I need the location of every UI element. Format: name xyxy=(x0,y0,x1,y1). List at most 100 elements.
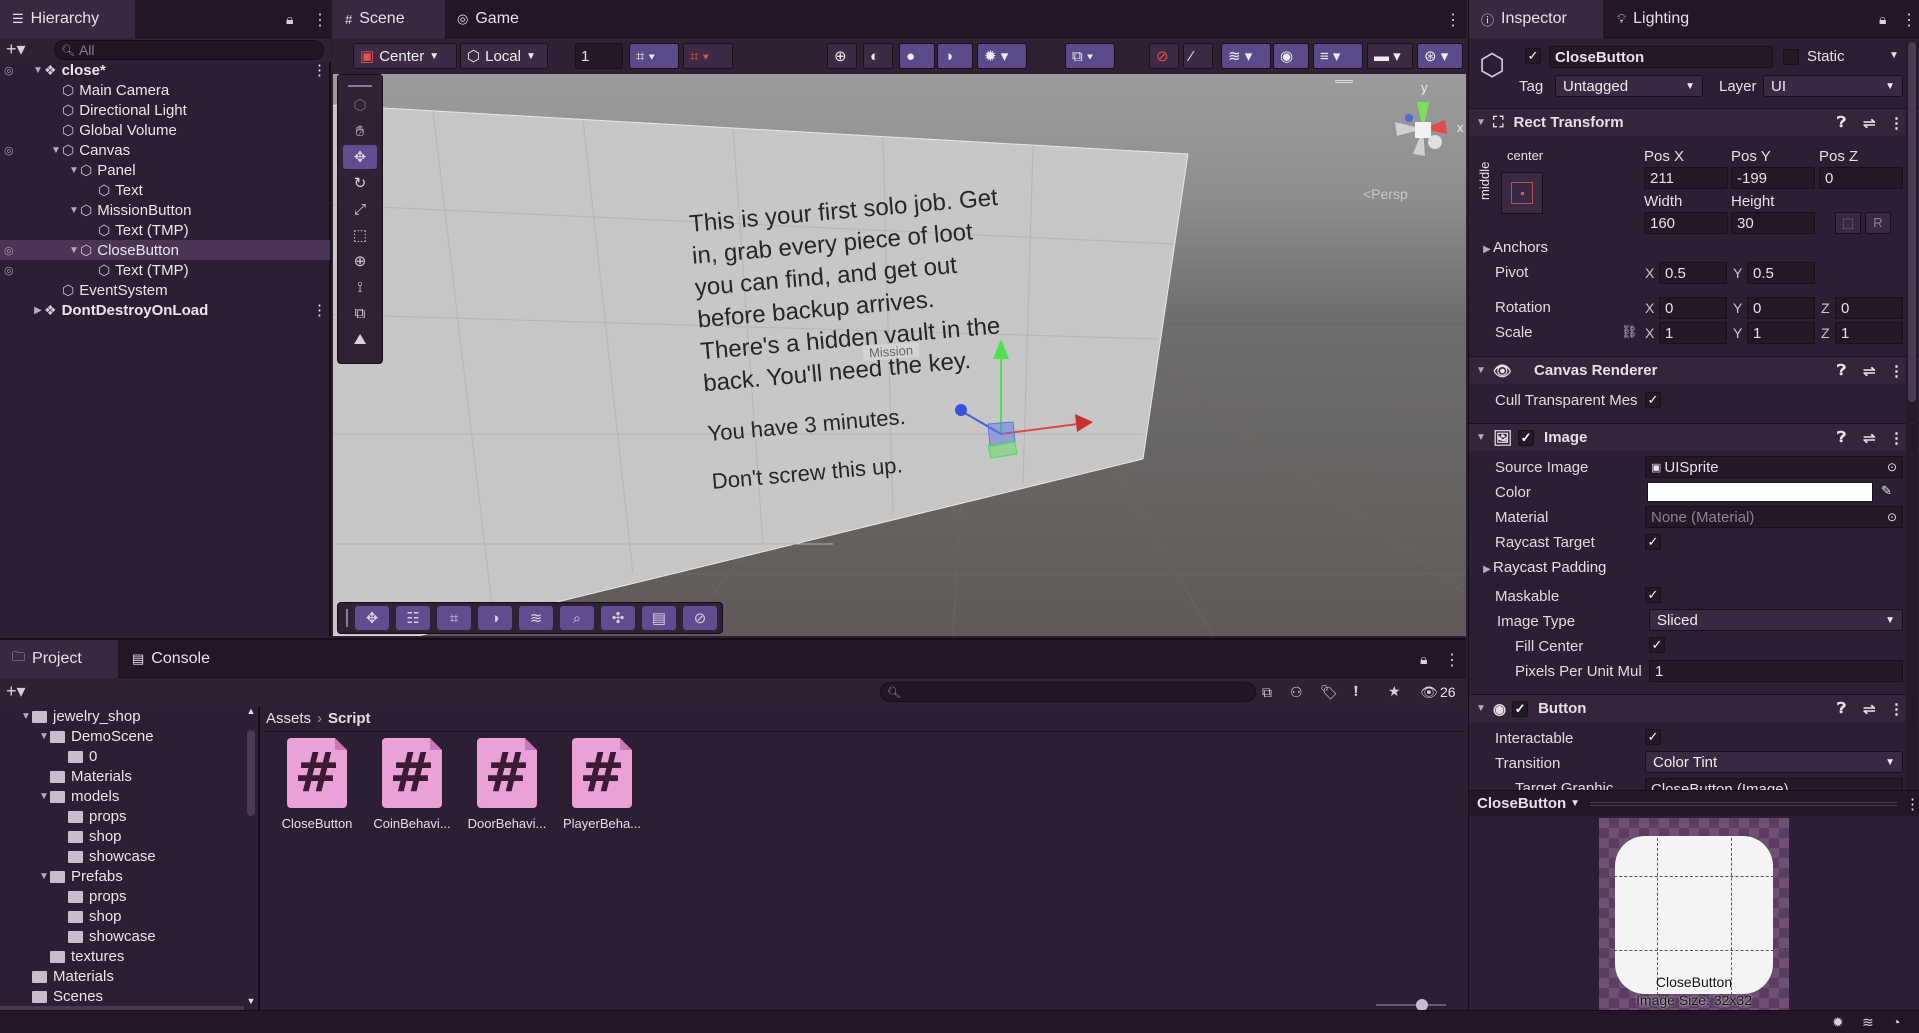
more-icon[interactable]: ⋮ xyxy=(312,10,328,30)
preview-drag-bar[interactable] xyxy=(1590,801,1897,806)
folder-item[interactable]: shop xyxy=(0,906,244,926)
compass-overlay-icon[interactable]: ⊘ xyxy=(683,606,717,630)
folder-item[interactable]: props xyxy=(0,886,244,906)
folder-item[interactable]: ▼ Prefabs xyxy=(0,866,244,886)
more-icon[interactable]: ⋮ xyxy=(1901,10,1917,30)
rect-transform-header[interactable]: ▼ ⛶ Rect Transform ❓︎ ⇌ ⋮ xyxy=(1469,108,1919,136)
folder-item[interactable]: ▼ models xyxy=(0,786,244,806)
overlay-menu-icon[interactable] xyxy=(1335,80,1353,83)
bug-status-icon[interactable]: ✹ xyxy=(1832,1014,1844,1031)
chevron-down-icon[interactable]: ▼ xyxy=(68,205,80,216)
more-icon[interactable]: ⋮ xyxy=(1905,795,1919,813)
shading-overlay-icon[interactable]: ◑ xyxy=(478,606,512,630)
zoom-slider[interactable] xyxy=(1376,999,1446,1011)
layer-stack-button[interactable]: ≡ ▾ xyxy=(1313,43,1363,69)
move-gizmo[interactable] xyxy=(933,334,1133,504)
script-asset[interactable]: # CoinBehavi... xyxy=(367,738,457,831)
inspector-scrollbar[interactable] xyxy=(1906,40,1918,790)
chevron-right-icon[interactable]: ▶ xyxy=(32,305,44,316)
color-swatch[interactable] xyxy=(1647,482,1873,502)
hierarchy-item[interactable]: ⬡ Directional Light xyxy=(0,100,330,120)
hidden-objects-button[interactable]: ⊘ xyxy=(1149,43,1179,69)
search-by-type-icon[interactable]: ⧉ xyxy=(1262,684,1272,701)
shaded-mode-button[interactable]: ● xyxy=(899,43,935,69)
height-field[interactable]: 30 xyxy=(1731,212,1815,234)
object-picker-icon[interactable]: ⊙ xyxy=(1887,460,1897,474)
screen-overlay-icon[interactable]: ▤ xyxy=(642,606,676,630)
more-icon[interactable]: ⋮ xyxy=(1444,650,1460,670)
persp-label[interactable]: <Persp xyxy=(1363,186,1408,202)
search-input[interactable]: 🔍︎ All xyxy=(54,40,324,60)
camera-button[interactable]: ▬ ▾ xyxy=(1367,43,1413,69)
visibility-icon[interactable]: ◎ xyxy=(4,264,14,277)
layer-dropdown[interactable]: UI ▼ xyxy=(1763,75,1903,97)
folder-item[interactable]: props xyxy=(0,806,244,826)
chevron-down-icon[interactable]: ▼ xyxy=(32,65,44,76)
rot-y-field[interactable]: 0 xyxy=(1747,297,1815,319)
toggle-2d-button[interactable]: ⊕ xyxy=(827,43,857,69)
hidden-count-icon[interactable]: 👁︎ xyxy=(1420,684,1438,701)
add-icon[interactable]: +▾ xyxy=(6,681,26,702)
visibility-icon[interactable]: ◎ xyxy=(4,144,14,157)
help-icon[interactable]: ❓︎ xyxy=(1837,700,1846,717)
scene-viewport[interactable]: This is your first solo job. Get in, gra… xyxy=(333,74,1466,636)
rot-x-field[interactable]: 0 xyxy=(1659,297,1727,319)
tab-hierarchy[interactable]: ☰ Hierarchy xyxy=(0,0,135,38)
lock-icon[interactable]: 🔒︎ xyxy=(1420,651,1427,668)
visibility-icon[interactable]: ◎ xyxy=(4,64,14,77)
hierarchy-item[interactable]: ◎ ⬡ Text (TMP) xyxy=(0,260,330,280)
more-icon[interactable]: ⋮ xyxy=(312,301,327,319)
pos-z-field[interactable]: 0 xyxy=(1819,167,1903,189)
preset-icon[interactable]: ⇌ xyxy=(1863,362,1876,380)
button-header[interactable]: ▼ ◉ ✓ Button ❓︎ ⇌ ⋮ xyxy=(1469,694,1919,722)
scale-z-field[interactable]: 1 xyxy=(1835,322,1903,344)
star-icon[interactable]: ★ xyxy=(1388,683,1401,700)
visibility-button[interactable]: ◉ xyxy=(1273,43,1309,69)
chevron-down-icon[interactable]: ▼ xyxy=(68,245,80,256)
material-field[interactable]: None (Material) ⊙ xyxy=(1645,506,1903,528)
script-asset[interactable]: # DoorBehavi... xyxy=(462,738,552,831)
scale-x-field[interactable]: 1 xyxy=(1659,322,1727,344)
pos-x-field[interactable]: 211 xyxy=(1644,167,1728,189)
tag-dropdown[interactable]: Untagged ▼ xyxy=(1555,75,1703,97)
folder-item[interactable]: 0 xyxy=(0,746,244,766)
folder-item[interactable]: showcase xyxy=(0,846,244,866)
hierarchy-item[interactable]: ▼ ⬡ MissionButton xyxy=(0,200,330,220)
tab-inspector[interactable]: ⓘ Inspector xyxy=(1469,0,1603,38)
target-graphic-field[interactable]: CloseButton (Image) xyxy=(1645,778,1903,790)
chevron-down-icon[interactable]: ▼ xyxy=(50,145,62,156)
blueprint-button[interactable]: ⬚ xyxy=(1835,212,1861,234)
image-type-dropdown[interactable]: Sliced ▼ xyxy=(1649,609,1903,631)
hierarchy-item[interactable]: ⬡ Text (TMP) xyxy=(0,220,330,240)
search-by-label-icon[interactable]: ⚇ xyxy=(1290,684,1303,701)
progress-status-icon[interactable]: ◔ xyxy=(1892,1014,1900,1030)
align-overlay-icon[interactable]: ☷ xyxy=(396,606,430,630)
image-enabled-checkbox[interactable]: ✓ xyxy=(1518,429,1535,446)
project-search-input[interactable]: 🔍︎ xyxy=(880,682,1256,702)
pivot-dropdown[interactable]: ▣ Center ▼ xyxy=(353,43,457,69)
add-icon[interactable]: +▾ xyxy=(6,39,26,60)
interactable-checkbox[interactable]: ✓ xyxy=(1645,729,1661,745)
grid-snap-button[interactable]: ⌗ ▾ xyxy=(629,43,679,69)
more-icon[interactable]: ⋮ xyxy=(1889,362,1904,380)
custom-tool-icon[interactable]: ⟟ xyxy=(343,275,377,299)
folder-item[interactable]: ▼ jewelry_shop xyxy=(0,706,244,726)
lock-icon[interactable]: 🔒︎ xyxy=(286,11,293,28)
navigate-tool-icon[interactable]: ⛰︎ xyxy=(343,327,377,351)
eyedropper-icon[interactable]: ✎ xyxy=(1881,483,1892,499)
folder-item[interactable]: Materials xyxy=(0,966,244,986)
anchor-preset-button[interactable] xyxy=(1501,172,1543,214)
tab-scene[interactable]: # Scene xyxy=(333,0,445,38)
cull-transparent-checkbox[interactable]: ✓ xyxy=(1645,392,1661,408)
space-dropdown[interactable]: ⬡ Local ▼ xyxy=(460,43,548,69)
drag-handle-icon[interactable] xyxy=(348,85,372,87)
tab-lighting[interactable]: 💡︎ Lighting xyxy=(1605,0,1725,38)
folder-item[interactable]: Materials xyxy=(0,766,244,786)
fill-center-checkbox[interactable]: ✓ xyxy=(1649,637,1665,653)
static-checkbox[interactable] xyxy=(1783,49,1799,65)
raycast-target-checkbox[interactable]: ✓ xyxy=(1645,534,1661,550)
breadcrumb-assets[interactable]: Assets xyxy=(266,710,311,727)
tag-icon[interactable]: 🏷︎ xyxy=(1320,684,1338,701)
snap-value-field[interactable]: 1 xyxy=(575,43,623,69)
chevron-down-icon[interactable]: ▼ xyxy=(20,711,32,722)
